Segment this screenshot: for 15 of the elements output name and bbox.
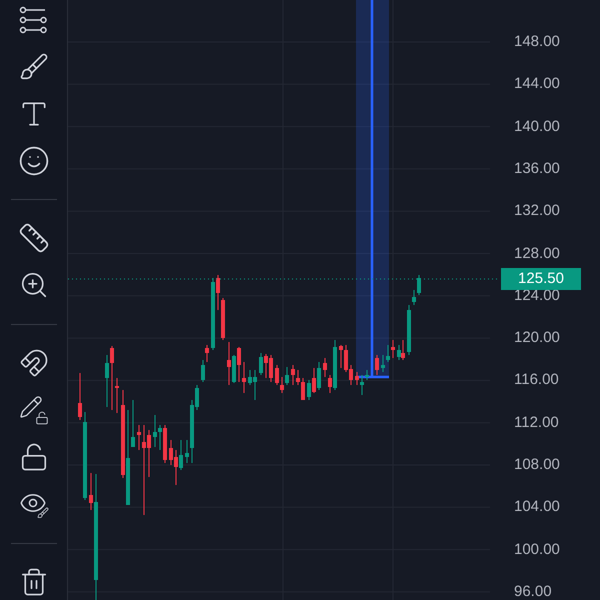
price-axis-label: 100.00 — [514, 540, 560, 559]
price-axis-label: 136.00 — [514, 160, 560, 178]
price-axis-label: 148.00 — [514, 33, 560, 51]
price-axis-label: 132.00 — [514, 202, 560, 220]
price-axis-label: 112.00 — [514, 414, 559, 432]
price-axis-label: 116.00 — [514, 371, 559, 390]
price-axis-label: 144.00 — [514, 75, 560, 94]
candle — [375, 354, 379, 376]
price-axis-label: 128.00 — [514, 244, 560, 262]
price-axis-label: 108.00 — [514, 456, 560, 474]
price-axis-label: 120.00 — [514, 329, 560, 348]
price-axis-label: 140.00 — [514, 118, 560, 136]
last-price-label: 125.50 — [501, 268, 581, 290]
price-axis-label: 96.00 — [514, 582, 552, 600]
price-axis-label: 104.00 — [514, 498, 560, 516]
